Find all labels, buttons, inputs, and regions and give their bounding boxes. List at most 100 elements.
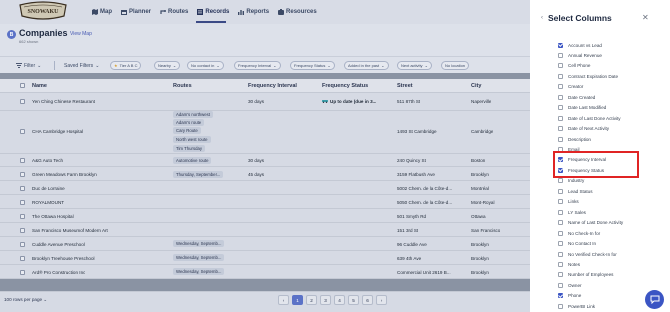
no-contact-filter-chip[interactable]: No contact in ⌄ bbox=[187, 61, 224, 70]
company-name[interactable]: Ard® Pro Construction Inc bbox=[32, 270, 85, 275]
column-option[interactable]: No Check-In for bbox=[558, 229, 600, 237]
tier-filter-chip[interactable]: ★ Tier A B C bbox=[110, 61, 142, 70]
nav-item-routes[interactable]: Routes bbox=[160, 7, 188, 16]
column-option[interactable]: PowerBI Link bbox=[558, 302, 595, 310]
column-option[interactable]: LY Sales bbox=[558, 208, 586, 216]
next-page-button[interactable]: › bbox=[376, 295, 387, 305]
table-row[interactable]: Yen Ching Chinese Restaurant 30 days Up … bbox=[0, 93, 530, 111]
column-checkbox[interactable] bbox=[558, 199, 563, 205]
column-checkbox[interactable] bbox=[558, 261, 563, 267]
column-checkbox[interactable] bbox=[558, 272, 563, 278]
column-option[interactable]: Date of Next Activity bbox=[558, 125, 609, 133]
row-checkbox[interactable] bbox=[20, 158, 25, 163]
select-all-checkbox[interactable] bbox=[20, 83, 25, 88]
added-in-past-filter-chip[interactable]: Added in the past ⌄ bbox=[344, 61, 389, 70]
column-checkbox[interactable] bbox=[558, 42, 563, 48]
column-option[interactable]: Name of Last Done Activity bbox=[558, 219, 623, 227]
company-name[interactable]: Cuddle Avenue Preschool bbox=[32, 242, 85, 247]
route-tag[interactable]: Wednesday, Septemb... bbox=[173, 254, 225, 261]
table-row[interactable]: The Ottawa Hospital 501 Smyth Rd Ottawa bbox=[0, 209, 530, 223]
column-option[interactable]: Creator bbox=[558, 83, 583, 91]
route-tag[interactable]: North west route bbox=[173, 136, 211, 143]
row-checkbox[interactable] bbox=[20, 256, 25, 261]
column-checkbox[interactable] bbox=[558, 303, 563, 309]
column-option[interactable]: Owner bbox=[558, 281, 582, 289]
column-checkbox[interactable] bbox=[558, 220, 563, 226]
table-row[interactable]: Ard® Pro Construction Inc Wednesday, Sep… bbox=[0, 265, 530, 279]
column-checkbox[interactable] bbox=[558, 282, 563, 288]
route-tag[interactable]: Thursday, September... bbox=[173, 171, 224, 178]
chevron-left-icon[interactable]: ‹ bbox=[541, 15, 543, 21]
column-checkbox[interactable] bbox=[558, 136, 563, 142]
no-location-filter-chip[interactable]: No location bbox=[441, 61, 470, 70]
company-name[interactable]: The Ottawa Hospital bbox=[32, 214, 74, 219]
page-button[interactable]: 3 bbox=[320, 295, 331, 305]
column-option[interactable]: Date Last Modified bbox=[558, 104, 606, 112]
route-tag[interactable]: Adam's route bbox=[173, 119, 205, 126]
row-checkbox[interactable] bbox=[20, 214, 25, 219]
column-header-name[interactable]: Name bbox=[32, 83, 47, 89]
prev-page-button[interactable]: ‹ bbox=[278, 295, 289, 305]
chat-button[interactable] bbox=[645, 290, 664, 309]
next-activity-filter-chip[interactable]: Next activity ⌄ bbox=[397, 61, 432, 70]
column-checkbox[interactable] bbox=[558, 293, 563, 299]
view-map-link[interactable]: View Map bbox=[70, 31, 92, 37]
column-checkbox[interactable] bbox=[558, 115, 563, 121]
column-checkbox[interactable] bbox=[558, 230, 563, 236]
column-option[interactable]: Contract Expiration Date bbox=[558, 72, 618, 80]
saved-filters-dropdown[interactable]: Saved Filters ⌄ bbox=[60, 61, 103, 70]
column-header-frequency-status[interactable]: Frequency Status bbox=[322, 83, 368, 89]
column-checkbox[interactable] bbox=[558, 73, 563, 79]
column-option[interactable]: Phone bbox=[558, 292, 581, 300]
route-tag[interactable]: Adam's northwest bbox=[173, 111, 214, 118]
column-option[interactable]: Annual Revenue bbox=[558, 51, 602, 59]
column-header-frequency-interval[interactable]: Frequency Interval bbox=[248, 83, 297, 89]
table-row[interactable]: San Francisco Museumof Modern Art 151 3r… bbox=[0, 223, 530, 237]
company-name[interactable]: ROYALMOUNT bbox=[32, 200, 64, 205]
frequency-status-filter-chip[interactable]: Frequency Status ⌄ bbox=[290, 61, 335, 70]
table-row[interactable]: ROYALMOUNT 5050 Chem. de la Côte-d... Mo… bbox=[0, 195, 530, 209]
row-checkbox[interactable] bbox=[20, 228, 25, 233]
close-icon[interactable]: ✕ bbox=[642, 13, 649, 22]
page-button[interactable]: 6 bbox=[362, 295, 373, 305]
nav-item-planner[interactable]: Planner bbox=[121, 7, 151, 16]
page-button[interactable]: 5 bbox=[348, 295, 359, 305]
column-header-city[interactable]: City bbox=[471, 83, 481, 89]
page-button[interactable]: 1 bbox=[292, 295, 303, 305]
row-checkbox[interactable] bbox=[20, 200, 25, 205]
table-row[interactable]: Brooklyn Treehouse Preschool Wednesday, … bbox=[0, 251, 530, 265]
column-option[interactable]: Date of Last Done Activity bbox=[558, 114, 621, 122]
column-checkbox[interactable] bbox=[558, 241, 563, 247]
nearby-filter-chip[interactable]: Nearby ⌄ bbox=[154, 61, 181, 70]
row-checkbox[interactable] bbox=[20, 186, 25, 191]
column-option[interactable]: Account vs Lead bbox=[558, 41, 602, 49]
nav-item-resources[interactable]: Resources bbox=[278, 7, 317, 16]
column-checkbox[interactable] bbox=[558, 251, 563, 257]
table-row[interactable]: Green Meadows Farm Brooklyn Thursday, Se… bbox=[0, 167, 530, 181]
nav-item-records[interactable]: Records bbox=[197, 7, 229, 16]
nav-item-reports[interactable]: Reports bbox=[238, 7, 269, 16]
column-option[interactable]: Description bbox=[558, 135, 591, 143]
route-tag[interactable]: Automotive route bbox=[173, 157, 212, 164]
column-checkbox[interactable] bbox=[558, 63, 563, 69]
column-header-routes[interactable]: Routes bbox=[173, 83, 192, 89]
route-tag[interactable]: Wednesday, Septemb... bbox=[173, 240, 225, 247]
row-checkbox[interactable] bbox=[20, 172, 25, 177]
column-checkbox[interactable] bbox=[558, 178, 563, 184]
rows-per-page-select[interactable]: 100 rows per page ⌄ bbox=[4, 297, 47, 303]
column-option[interactable]: No Contact In bbox=[558, 240, 596, 248]
frequency-interval-filter-chip[interactable]: Frequency Interval ⌄ bbox=[234, 61, 281, 70]
row-checkbox[interactable] bbox=[20, 129, 25, 134]
column-checkbox[interactable] bbox=[558, 52, 563, 58]
company-name[interactable]: Brooklyn Treehouse Preschool bbox=[32, 256, 95, 261]
row-checkbox[interactable] bbox=[20, 270, 25, 275]
page-button[interactable]: 2 bbox=[306, 295, 317, 305]
route-tag[interactable]: Cary Route bbox=[173, 127, 201, 134]
row-checkbox[interactable] bbox=[20, 99, 25, 104]
column-option[interactable]: Lead Status bbox=[558, 187, 593, 195]
table-row[interactable]: CHA Cambridge Hospital Adam's northwest … bbox=[0, 111, 530, 154]
column-checkbox[interactable] bbox=[558, 126, 563, 132]
company-name[interactable]: A&G Auto Tech bbox=[32, 158, 63, 163]
table-row[interactable]: Cuddle Avenue Preschool Wednesday, Septe… bbox=[0, 237, 530, 251]
filter-button[interactable]: Filter ⌄ bbox=[12, 61, 45, 70]
